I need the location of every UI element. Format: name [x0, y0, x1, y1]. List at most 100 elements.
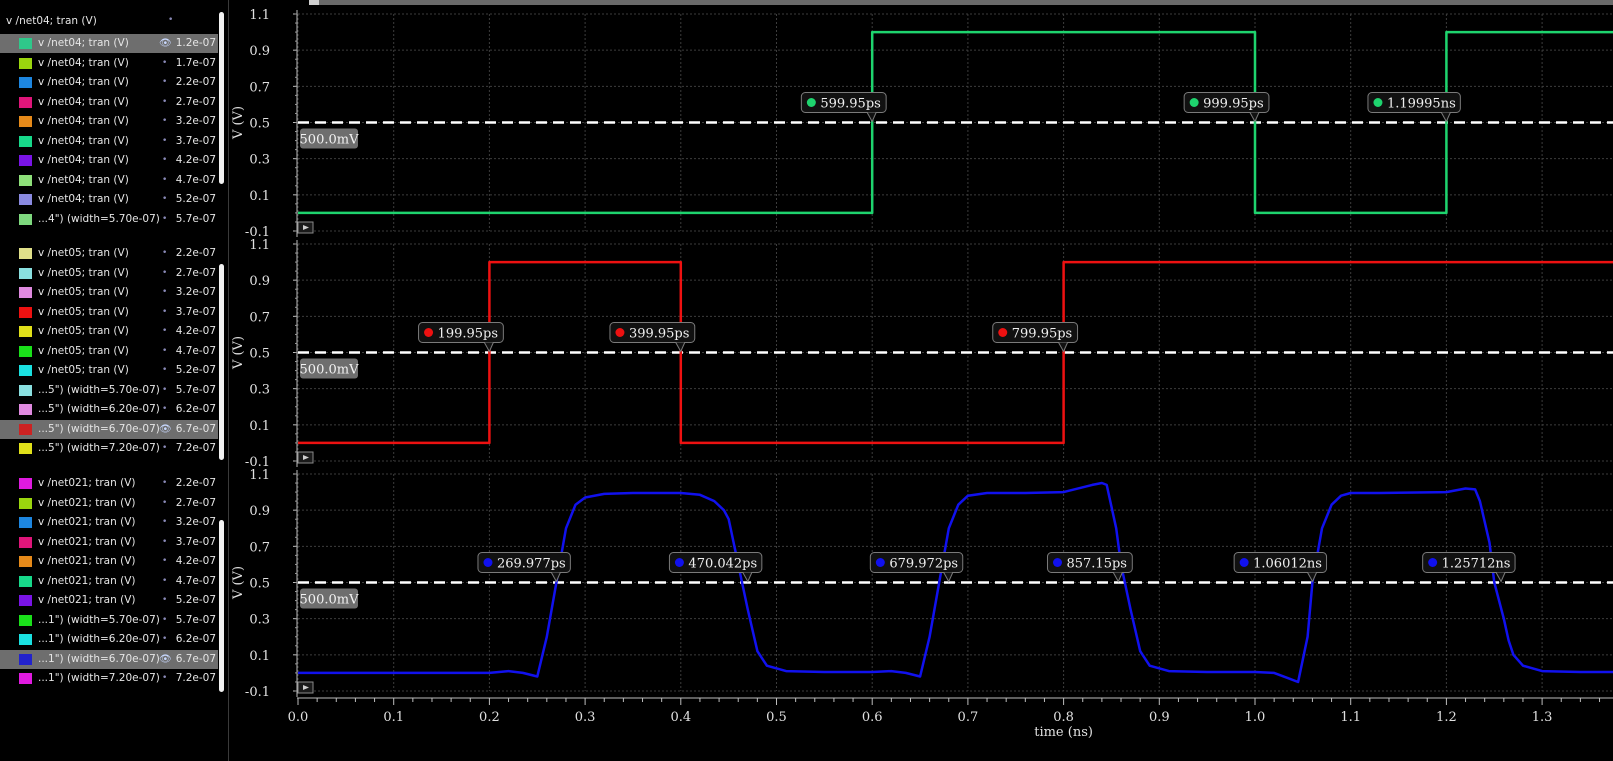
visibility-dot-icon[interactable]: • — [162, 439, 167, 458]
crossing-marker[interactable]: 999.95ps — [1183, 92, 1270, 123]
visibility-dot-icon[interactable]: • — [162, 669, 167, 688]
eye-icon[interactable]: 👁 — [159, 420, 172, 439]
x-tick-label: 0.9 — [1149, 710, 1170, 725]
visibility-dot-icon[interactable]: • — [162, 283, 167, 302]
crossing-marker[interactable]: 1.25712ns — [1422, 552, 1516, 583]
color-swatch — [19, 365, 32, 376]
legend-item[interactable]: v /net04; tran (V) • 4.2e-07 — [0, 151, 218, 170]
visibility-dot-icon[interactable]: • — [162, 381, 167, 400]
legend-scrollbar-3[interactable] — [219, 520, 224, 692]
legend-item[interactable]: ...5") (width=7.20e-07) • 7.2e-07 — [0, 439, 218, 458]
eye-icon[interactable]: 👁 — [159, 34, 172, 53]
legend-root-item[interactable]: v /net04; tran (V) • — [6, 15, 173, 27]
visibility-dot-icon[interactable]: • — [162, 572, 167, 591]
legend-item[interactable]: v /net021; tran (V) • 3.2e-07 — [0, 513, 218, 532]
color-swatch — [19, 653, 32, 665]
legend-item[interactable]: v /net04; tran (V) • 2.2e-07 — [0, 73, 218, 92]
visibility-dot-icon[interactable]: • — [162, 513, 167, 532]
crossing-marker[interactable]: 799.95ps — [992, 322, 1079, 353]
legend-item[interactable]: v /net021; tran (V) • 2.7e-07 — [0, 494, 218, 513]
legend-item[interactable]: ...4") (width=5.70e-07) • 5.7e-07 — [0, 210, 218, 229]
legend-item[interactable]: v /net04; tran (V) • 1.7e-07 — [0, 54, 218, 73]
visibility-dot-icon[interactable]: • — [162, 93, 167, 112]
legend-item[interactable]: v /net021; tran (V) • 4.7e-07 — [0, 572, 218, 591]
legend-scrollbar-2[interactable] — [219, 264, 224, 460]
legend-item[interactable]: v /net05; tran (V) • 4.7e-07 — [0, 342, 218, 361]
legend-item[interactable]: ...1") (width=6.20e-07) • 6.2e-07 — [0, 630, 218, 649]
visibility-dot-icon[interactable]: • — [162, 190, 167, 209]
visibility-dot-icon[interactable]: • — [162, 342, 167, 361]
y-tick-label: 0.9 — [249, 44, 270, 59]
legend-item[interactable]: ...5") (width=5.70e-07) • 5.7e-07 — [0, 381, 218, 400]
marker-label: 399.95ps — [629, 327, 689, 342]
visibility-dot-icon[interactable]: • — [162, 132, 167, 151]
legend-item[interactable]: ...1") (width=6.70e-07) 👁 6.7e-07 — [0, 649, 218, 669]
visibility-dot-icon[interactable]: • — [162, 474, 167, 493]
visibility-dot-icon[interactable]: • — [162, 494, 167, 513]
visibility-dot-icon[interactable]: • — [162, 112, 167, 131]
legend-item[interactable]: ...5") (width=6.70e-07) 👁 6.7e-07 — [0, 419, 218, 439]
crossing-marker[interactable]: 399.95ps — [609, 322, 696, 353]
waveform-plot-area[interactable]: 1.1 0.9 0.7 0.5 0.3 0.1 -0.1 V (V) 500.0mV 599.95… — [229, 0, 1613, 761]
visibility-dot-icon[interactable]: • — [162, 322, 167, 341]
color-swatch — [19, 213, 32, 225]
legend-item[interactable]: v /net05; tran (V) • 5.2e-07 — [0, 361, 218, 380]
legend-item[interactable]: v /net021; tran (V) • 5.2e-07 — [0, 591, 218, 610]
legend-item[interactable]: v /net05; tran (V) • 3.2e-07 — [0, 283, 218, 302]
legend-item[interactable]: v /net021; tran (V) • 4.2e-07 — [0, 552, 218, 571]
eye-icon[interactable]: 👁 — [159, 650, 172, 669]
legend-item[interactable]: v /net04; tran (V) 👁 1.2e-07 — [0, 34, 218, 53]
visibility-dot-icon[interactable]: • — [162, 303, 167, 322]
crossing-marker[interactable]: 857.15ps — [1046, 552, 1133, 583]
visibility-dot-icon[interactable]: • — [168, 15, 173, 25]
chart-panel-2: 1.10.90.70.50.30.1-0.1V (V)500.0mV199.95… — [231, 238, 1613, 470]
visibility-dot-icon[interactable]: • — [162, 244, 167, 263]
legend-item[interactable]: v /net04; tran (V) • 3.7e-07 — [0, 132, 218, 151]
visibility-dot-icon[interactable]: • — [162, 54, 167, 73]
legend-item[interactable]: v /net05; tran (V) • 3.7e-07 — [0, 303, 218, 322]
waveform-charts[interactable]: 1.1 0.9 0.7 0.5 0.3 0.1 -0.1 V (V) 500.0mV 599.95… — [229, 0, 1613, 761]
legend-item-value: 4.2e-07 — [175, 555, 216, 567]
crossing-marker[interactable]: 199.95ps — [418, 322, 504, 353]
legend-item[interactable]: v /net04; tran (V) • 2.7e-07 — [0, 93, 218, 112]
visibility-dot-icon[interactable]: • — [162, 552, 167, 571]
visibility-dot-icon[interactable]: • — [162, 533, 167, 552]
legend-item[interactable]: ...5") (width=6.20e-07) • 6.2e-07 — [0, 400, 218, 419]
color-swatch — [19, 306, 32, 318]
legend-item[interactable]: v /net04; tran (V) • 3.2e-07 — [0, 112, 218, 131]
crossing-marker[interactable]: 1.06012ns — [1233, 552, 1328, 583]
legend-scrollbar-1[interactable] — [219, 12, 224, 184]
legend-item[interactable]: v /net05; tran (V) • 2.7e-07 — [0, 264, 218, 283]
crossing-marker[interactable]: 269.977ps — [477, 552, 571, 583]
legend-item-value: 4.7e-07 — [175, 344, 216, 357]
visibility-dot-icon[interactable]: • — [162, 611, 167, 630]
legend-item[interactable]: ...1") (width=5.70e-07) • 5.7e-07 — [0, 611, 218, 630]
marker-label: 599.95ps — [820, 97, 880, 112]
visibility-dot-icon[interactable]: • — [162, 151, 167, 170]
color-swatch — [19, 517, 32, 528]
marker-pointer — [550, 572, 561, 583]
visibility-dot-icon[interactable]: • — [162, 400, 167, 419]
legend-item[interactable]: v /net05; tran (V) • 2.2e-07 — [0, 244, 218, 263]
visibility-dot-icon[interactable]: • — [162, 591, 167, 610]
legend-item[interactable]: v /net04; tran (V) • 5.2e-07 — [0, 190, 218, 209]
crossing-marker[interactable]: 1.19995ns — [1367, 92, 1461, 123]
crossing-marker[interactable]: 470.042ps — [668, 552, 763, 583]
visibility-dot-icon[interactable]: • — [162, 171, 167, 190]
visibility-dot-icon[interactable]: • — [162, 361, 167, 380]
marker-dot — [1052, 558, 1062, 567]
legend-item-value: 7.2e-07 — [175, 672, 216, 684]
legend-item-value: 5.2e-07 — [175, 594, 216, 606]
marker-pointer — [1058, 342, 1069, 353]
legend-item[interactable]: v /net04; tran (V) • 4.7e-07 — [0, 171, 218, 190]
visibility-dot-icon[interactable]: • — [162, 630, 167, 649]
visibility-dot-icon[interactable]: • — [162, 264, 167, 283]
legend-item[interactable]: ...1") (width=7.20e-07) • 7.2e-07 — [0, 669, 218, 688]
crossing-marker[interactable]: 679.972ps — [869, 552, 964, 583]
visibility-dot-icon[interactable]: • — [162, 210, 167, 229]
crossing-marker[interactable]: 599.95ps — [800, 92, 887, 123]
legend-item[interactable]: v /net021; tran (V) • 3.7e-07 — [0, 533, 218, 552]
legend-item[interactable]: v /net05; tran (V) • 4.2e-07 — [0, 322, 218, 341]
legend-item[interactable]: v /net021; tran (V) • 2.2e-07 — [0, 474, 218, 493]
visibility-dot-icon[interactable]: • — [162, 73, 167, 92]
